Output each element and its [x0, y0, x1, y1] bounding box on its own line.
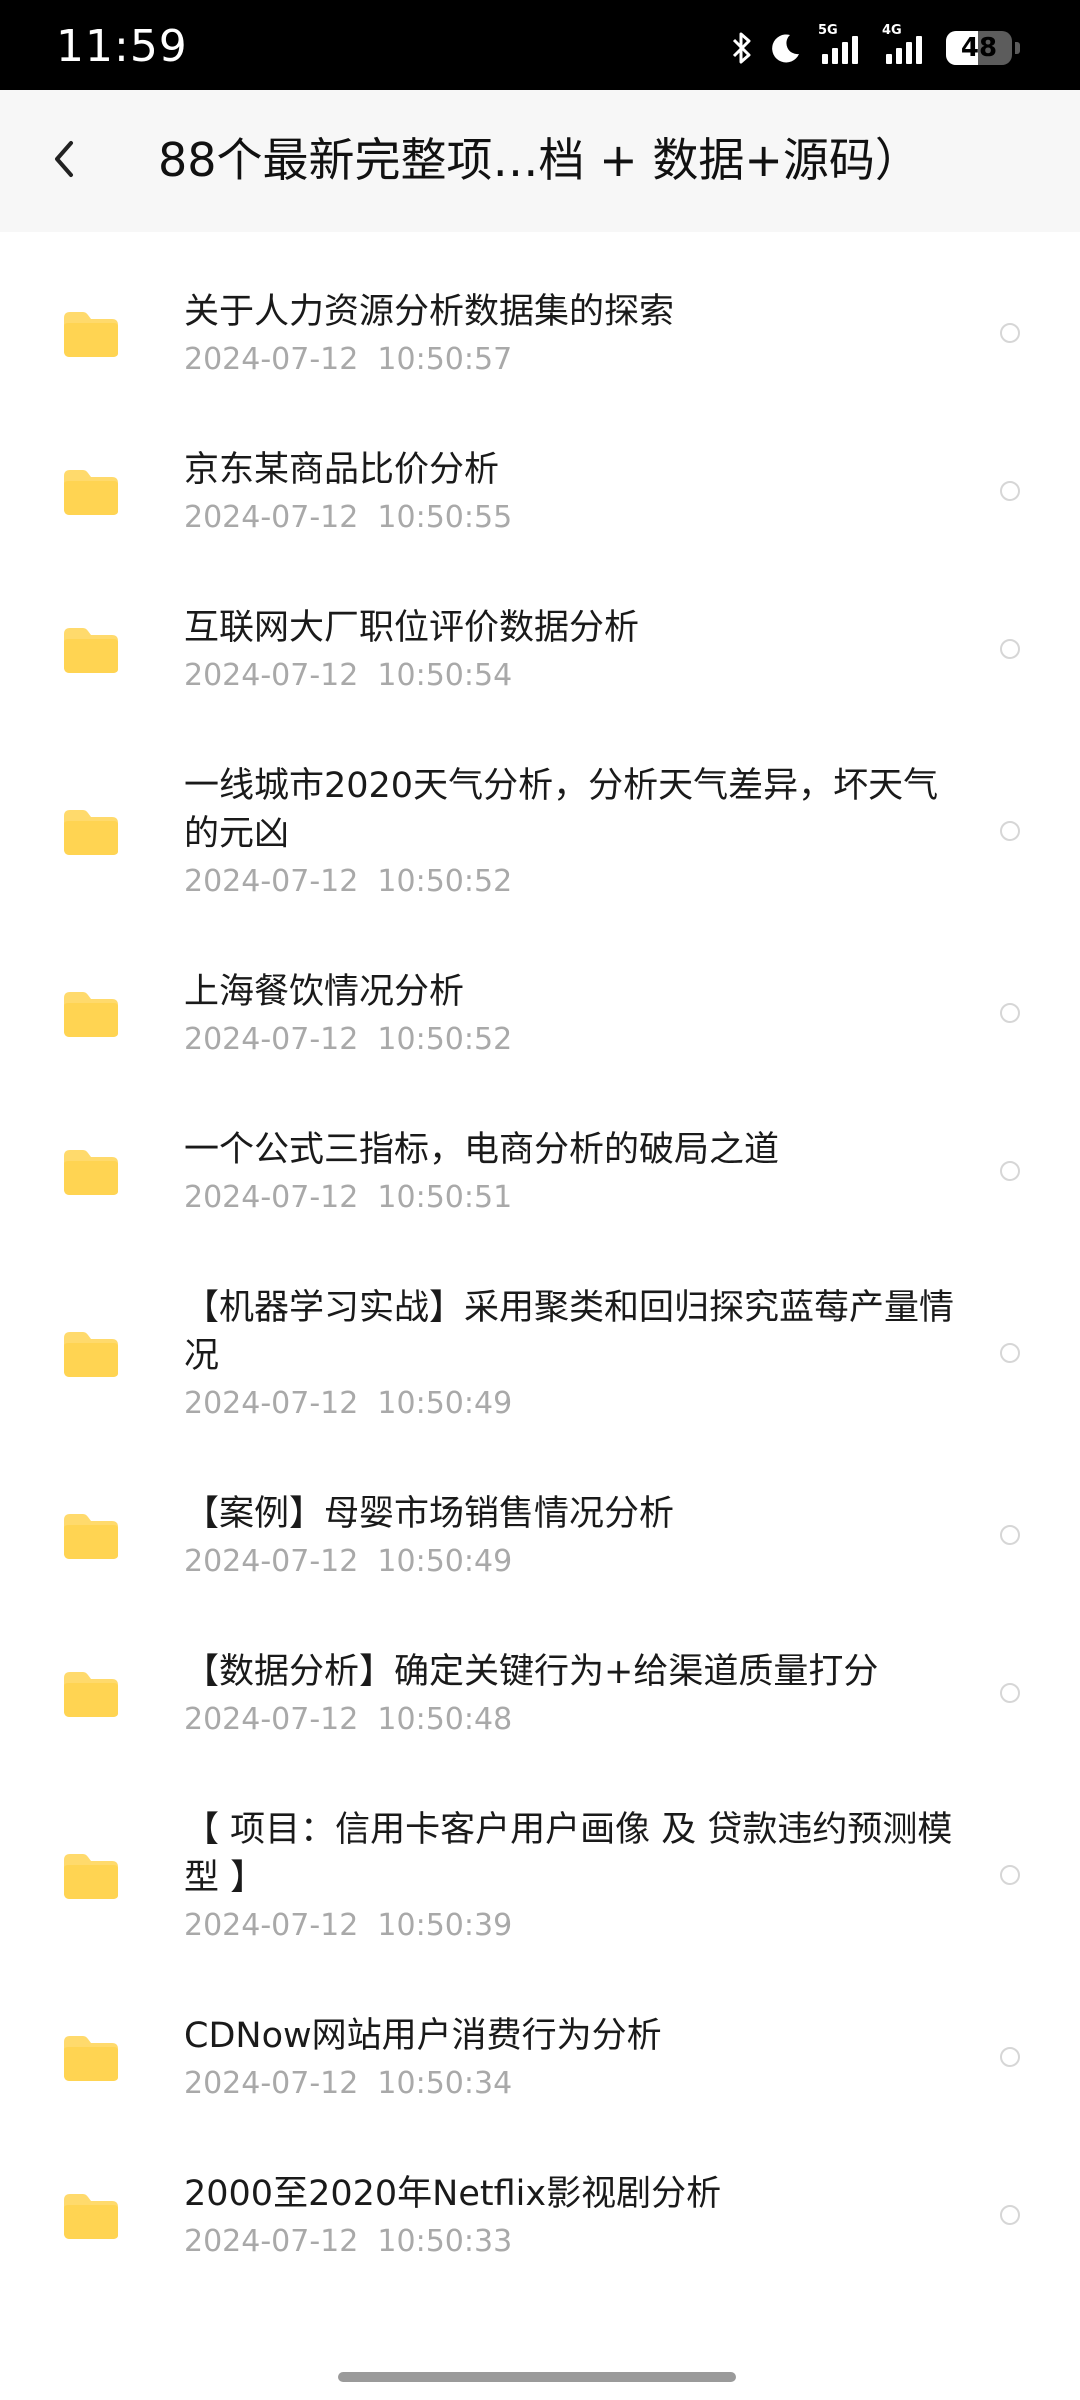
file-date: 2024-07-12 10:50:52	[184, 1022, 513, 1057]
file-name: 【 项目：信用卡客户用户画像 及 贷款违约预测模型 】	[184, 1810, 953, 1898]
file-date: 2024-07-12 10:50:49	[184, 1544, 513, 1579]
file-date: 2024-07-12 10:50:49	[184, 1386, 513, 1421]
file-name: 2000至2020年Netflix影视剧分析	[184, 2174, 722, 2214]
back-button[interactable]	[36, 130, 92, 192]
select-radio[interactable]	[1000, 1525, 1020, 1545]
file-date: 2024-07-12 10:50:39	[184, 1908, 513, 1943]
folder-icon	[62, 467, 120, 517]
file-list-content: 北京房产分析 2024-07-12 10:51:04 关于人力资源分析数据集的探…	[0, 232, 1080, 2296]
list-item[interactable]: 北京房产分析 2024-07-12 10:51:04	[0, 232, 1080, 256]
file-name: 一个公式三指标，电商分析的破局之道	[184, 1130, 780, 1170]
item-text: 2000至2020年Netflix影视剧分析 2024-07-12 10:50:…	[184, 2170, 954, 2264]
list-item[interactable]: 京东某商品比价分析 2024-07-12 10:50:55	[0, 414, 1080, 572]
item-text: 【案例】母婴市场销售情况分析 2024-07-12 10:50:49	[184, 1490, 954, 1584]
list-item[interactable]: 关于人力资源分析数据集的探索 2024-07-12 10:50:57	[0, 256, 1080, 414]
folder-icon	[62, 2033, 120, 2083]
file-name: CDNow网站用户消费行为分析	[184, 2016, 662, 2056]
list-item[interactable]: 【 项目：信用卡客户用户画像 及 贷款违约预测模型 】 2024-07-12 1…	[0, 1774, 1080, 1980]
item-text: 【数据分析】确定关键行为+给渠道质量打分 2024-07-12 10:50:48	[184, 1648, 954, 1742]
item-text: 互联网大厂职位评价数据分析 2024-07-12 10:50:54	[184, 604, 954, 698]
folder-icon	[62, 309, 120, 359]
list-item[interactable]: 互联网大厂职位评价数据分析 2024-07-12 10:50:54	[0, 572, 1080, 730]
folder-icon	[62, 989, 120, 1039]
select-radio[interactable]	[1000, 1003, 1020, 1023]
file-list[interactable]: 北京房产分析 2024-07-12 10:51:04 关于人力资源分析数据集的探…	[0, 232, 1080, 2342]
file-name: 【案例】母婴市场销售情况分析	[184, 1494, 675, 1534]
file-date: 2024-07-12 10:50:52	[184, 864, 513, 899]
signal-5g-icon: 5G	[818, 24, 866, 66]
file-name: 关于人力资源分析数据集的探索	[184, 292, 675, 332]
status-icons: 5G 4G 48	[730, 24, 1020, 68]
battery-level: 48	[960, 33, 998, 63]
file-date: 2024-07-12 10:50:48	[184, 1702, 513, 1737]
status-bar: 11:59 5G 4G 48	[0, 0, 1080, 90]
moon-icon	[770, 32, 802, 64]
status-time: 11:59	[56, 21, 188, 72]
file-name: 京东某商品比价分析	[184, 450, 500, 490]
select-radio[interactable]	[1000, 821, 1020, 841]
item-text: 【机器学习实战】采用聚类和回归探究蓝莓产量情况 2024-07-12 10:50…	[184, 1284, 954, 1426]
select-radio[interactable]	[1000, 1343, 1020, 1363]
select-radio[interactable]	[1000, 323, 1020, 343]
select-radio[interactable]	[1000, 639, 1020, 659]
file-date: 2024-07-12 10:50:51	[184, 1180, 513, 1215]
item-text: 【 项目：信用卡客户用户画像 及 贷款违约预测模型 】 2024-07-12 1…	[184, 1806, 954, 1948]
list-item[interactable]: 一线城市2020天气分析，分析天气差异，坏天气的元凶 2024-07-12 10…	[0, 730, 1080, 936]
page-title: 88个最新完整项…档 + 数据+源码）	[158, 133, 921, 187]
list-item[interactable]: 【数据分析】确定关键行为+给渠道质量打分 2024-07-12 10:50:48	[0, 1616, 1080, 1774]
battery-tip	[1015, 42, 1020, 54]
select-radio[interactable]	[1000, 1865, 1020, 1885]
file-name: 互联网大厂职位评价数据分析	[184, 608, 640, 648]
file-name: 【机器学习实战】采用聚类和回归探究蓝莓产量情况	[184, 1288, 955, 1376]
folder-icon	[62, 1329, 120, 1379]
folder-icon	[62, 1147, 120, 1197]
item-text: 上海餐饮情况分析 2024-07-12 10:50:52	[184, 968, 954, 1062]
list-item[interactable]: 一个公式三指标，电商分析的破局之道 2024-07-12 10:50:51	[0, 1094, 1080, 1252]
chevron-left-icon	[52, 139, 76, 183]
select-radio[interactable]	[1000, 2047, 1020, 2067]
list-item[interactable]: 【案例】母婴市场销售情况分析 2024-07-12 10:50:49	[0, 1458, 1080, 1616]
battery-icon: 48	[946, 31, 1012, 65]
folder-icon	[62, 1851, 120, 1901]
folder-icon	[62, 1511, 120, 1561]
item-text: 一个公式三指标，电商分析的破局之道 2024-07-12 10:50:51	[184, 1126, 954, 1220]
folder-icon	[62, 625, 120, 675]
file-name: 上海餐饮情况分析	[184, 972, 465, 1012]
item-text: 一线城市2020天气分析，分析天气差异，坏天气的元凶 2024-07-12 10…	[184, 762, 954, 904]
file-date: 2024-07-12 10:50:57	[184, 342, 513, 377]
select-radio[interactable]	[1000, 1161, 1020, 1181]
list-item[interactable]: 上海餐饮情况分析 2024-07-12 10:50:52	[0, 936, 1080, 1094]
item-text: 关于人力资源分析数据集的探索 2024-07-12 10:50:57	[184, 288, 954, 382]
folder-icon	[62, 1669, 120, 1719]
file-name: 【数据分析】确定关键行为+给渠道质量打分	[184, 1652, 879, 1692]
item-text: CDNow网站用户消费行为分析 2024-07-12 10:50:34	[184, 2012, 954, 2106]
header-bar: 88个最新完整项…档 + 数据+源码）	[0, 90, 1080, 232]
select-radio[interactable]	[1000, 481, 1020, 501]
folder-icon	[62, 807, 120, 857]
file-name: 一线城市2020天气分析，分析天气差异，坏天气的元凶	[184, 766, 939, 854]
folder-icon	[62, 2191, 120, 2241]
bluetooth-icon	[730, 30, 754, 66]
file-date: 2024-07-12 10:50:33	[184, 2224, 513, 2259]
signal-4g-icon: 4G	[882, 24, 930, 66]
file-date: 2024-07-12 10:50:34	[184, 2066, 513, 2101]
list-item[interactable]: 2000至2020年Netflix影视剧分析 2024-07-12 10:50:…	[0, 2138, 1080, 2296]
list-item[interactable]: CDNow网站用户消费行为分析 2024-07-12 10:50:34	[0, 1980, 1080, 2138]
item-text: 京东某商品比价分析 2024-07-12 10:50:55	[184, 446, 954, 540]
file-date: 2024-07-12 10:50:55	[184, 500, 513, 535]
select-radio[interactable]	[1000, 2205, 1020, 2225]
select-radio[interactable]	[1000, 1683, 1020, 1703]
file-date: 2024-07-12 10:50:54	[184, 658, 513, 693]
list-item[interactable]: 【机器学习实战】采用聚类和回归探究蓝莓产量情况 2024-07-12 10:50…	[0, 1252, 1080, 1458]
home-indicator[interactable]	[338, 2372, 736, 2382]
